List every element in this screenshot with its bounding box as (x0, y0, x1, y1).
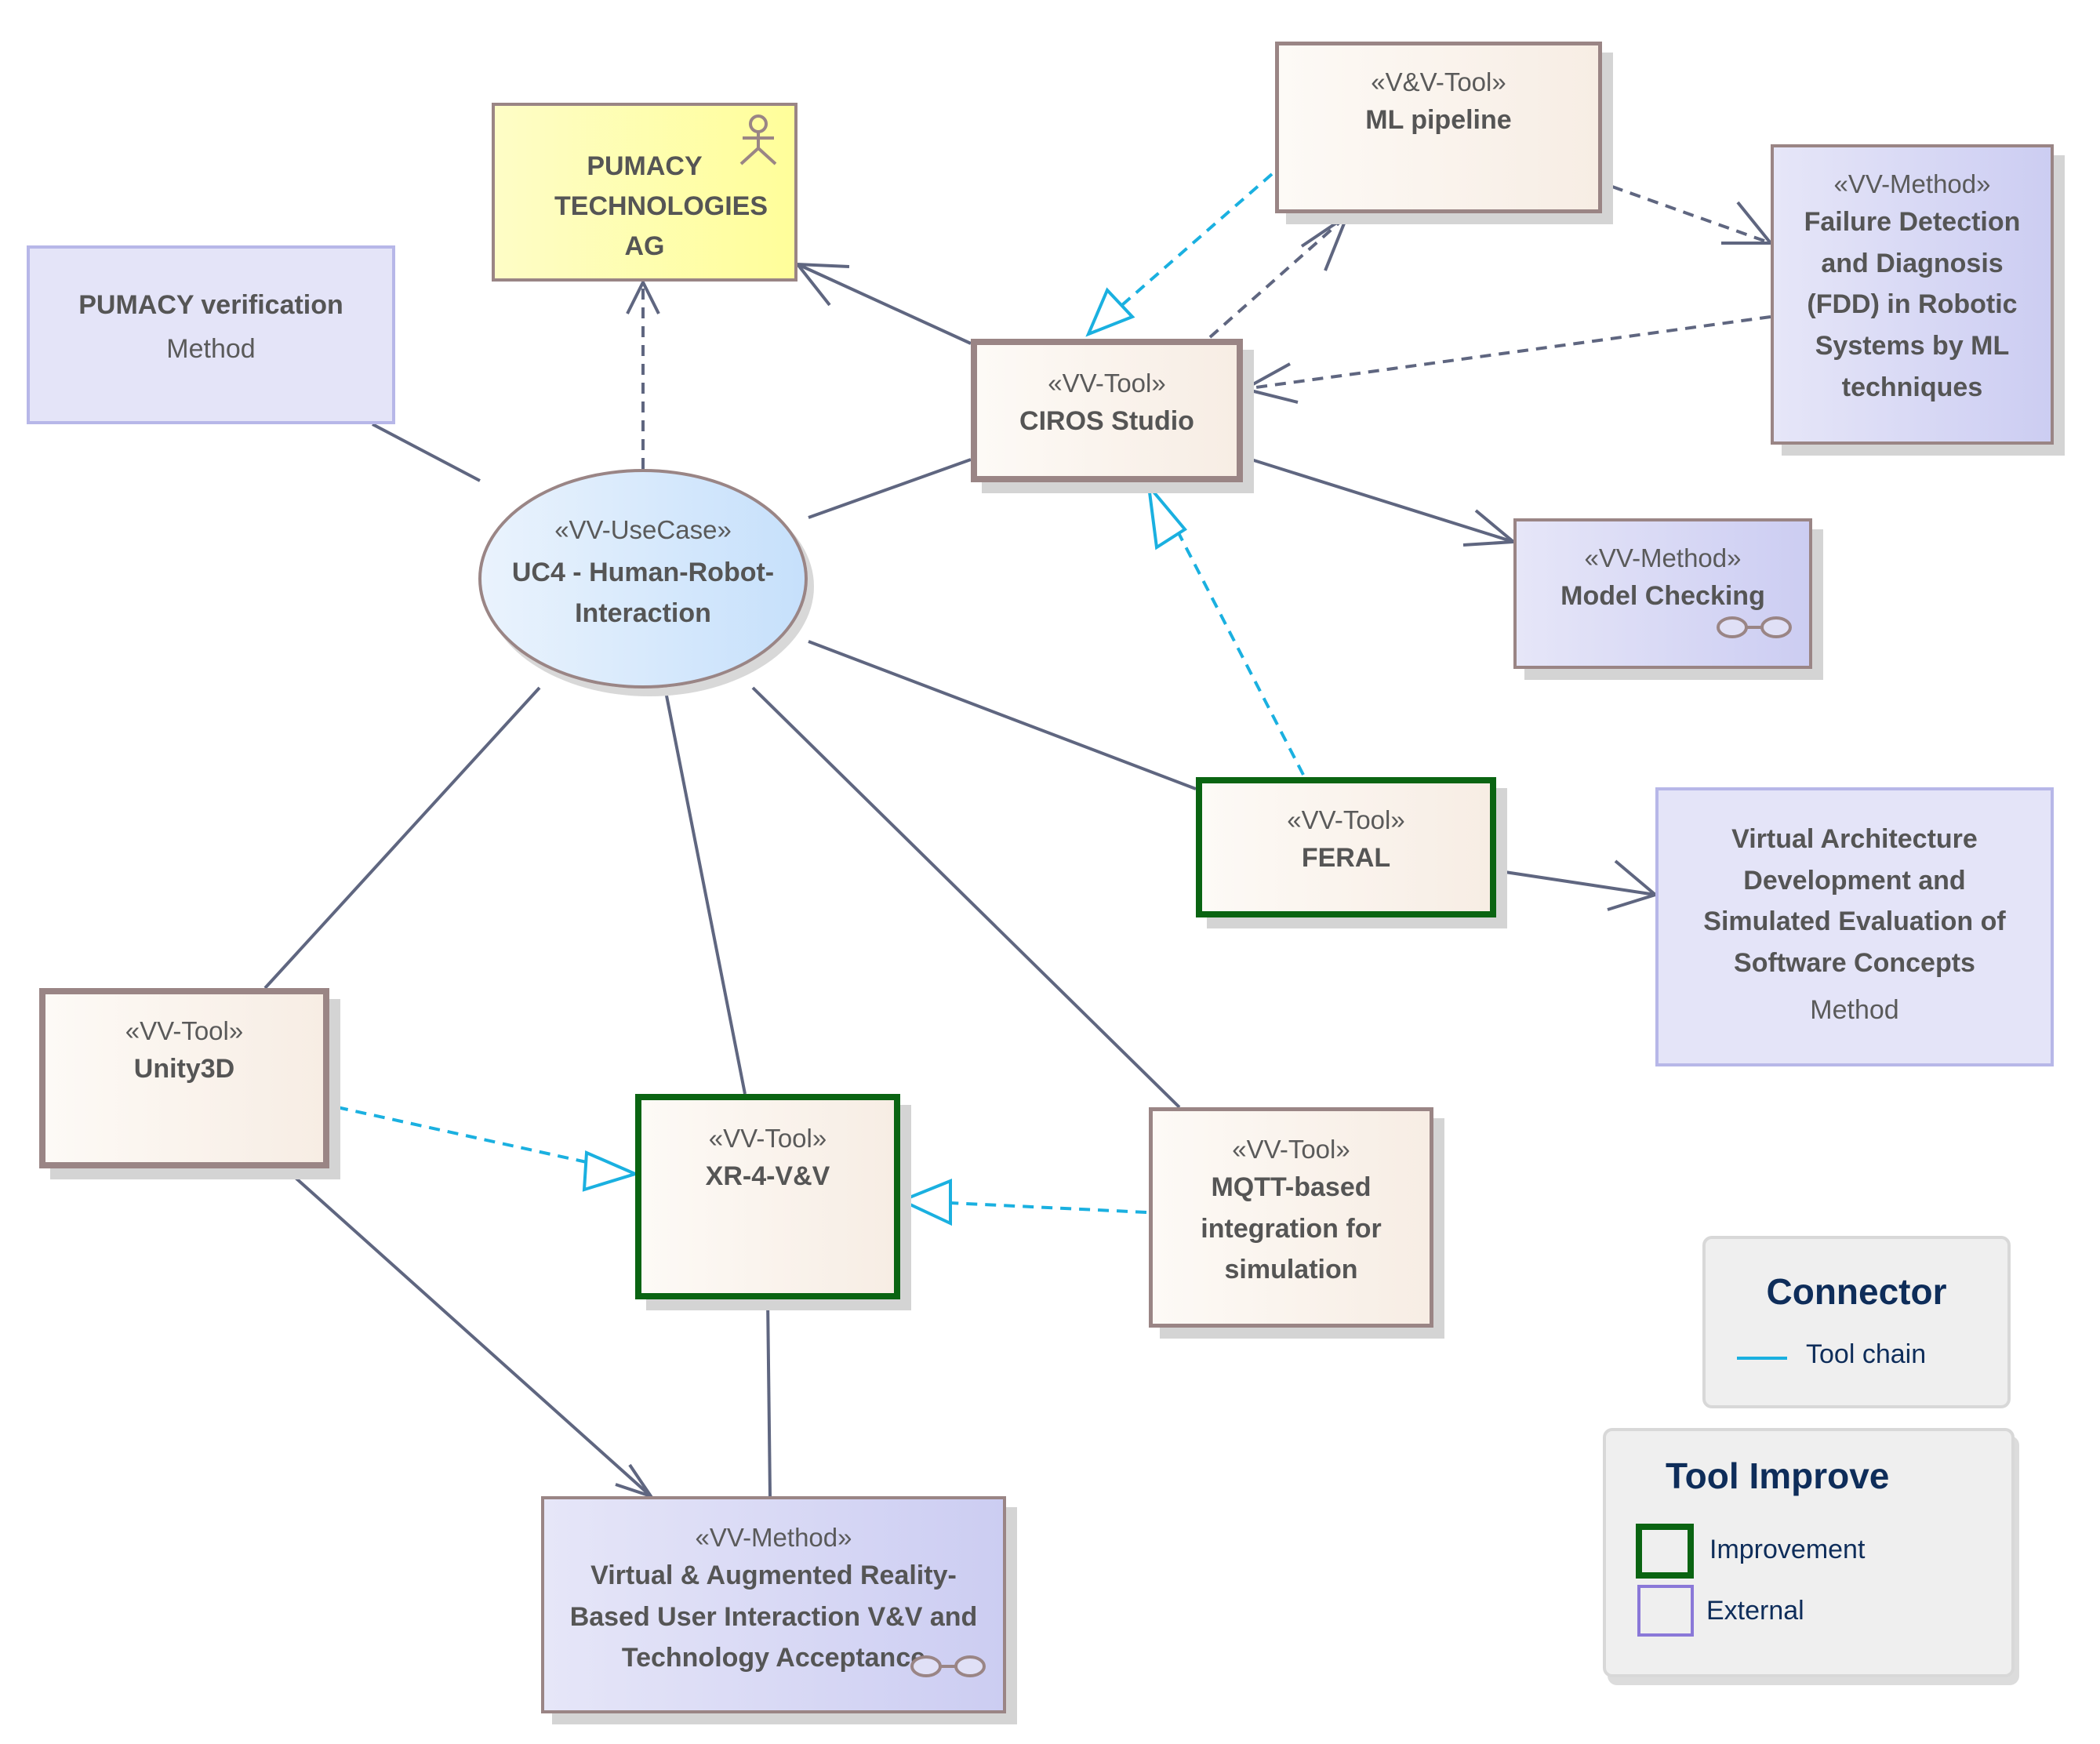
tool-stereotype: «VV-Tool» (1048, 369, 1166, 398)
tool-ml-pipeline[interactable]: «V&V-Tool» ML pipeline (1275, 42, 1602, 213)
actor-stick-figure-icon (739, 114, 777, 165)
tool-stereotype: «VV-Tool» (1232, 1135, 1350, 1164)
arrowhead-open (1721, 201, 1775, 245)
method-kind: Method (166, 333, 256, 364)
glasses-icon (910, 1655, 986, 1677)
tool-stereotype: «VV-Tool» (708, 1124, 827, 1153)
legend-connector: Connector Tool chain (1702, 1236, 2011, 1408)
arrowhead-triangle (1085, 287, 1135, 337)
method-name-line: and Diagnosis (1821, 248, 2004, 278)
arrowhead-open (1607, 859, 1659, 911)
edge-ml-ciros-toolchain[interactable] (1115, 173, 1273, 311)
tool-unity3d[interactable]: «VV-Tool» Unity3D (39, 988, 329, 1168)
edge-xr-vrmethod[interactable] (766, 1297, 772, 1497)
edge-ciros-ml-dependency[interactable] (1208, 214, 1349, 339)
method-virtual-architecture[interactable]: Virtual Architecture Development and Sim… (1655, 787, 2054, 1066)
improvement-swatch (1636, 1524, 1694, 1579)
edge-fdd-ciros-dependency[interactable] (1244, 315, 1771, 391)
tool-stereotype: «VV-Tool» (125, 1016, 244, 1045)
edge-usecase-pumacy-verification[interactable] (372, 423, 481, 482)
tool-mqtt[interactable]: «VV-Tool» MQTT-based integration for sim… (1149, 1107, 1433, 1328)
tool-feral[interactable]: «VV-Tool» FERAL (1196, 777, 1496, 917)
legend-item-label: Improvement (1709, 1535, 1866, 1564)
legend-title: Tool Improve (1666, 1455, 1890, 1496)
legend-title: Connector (1766, 1271, 1947, 1312)
method-name-line: Failure Detection (1804, 206, 2021, 237)
method-name-line: Development and (1743, 865, 1966, 896)
method-name-line: Software Concepts (1734, 948, 1975, 979)
use-case-uc4[interactable]: «VV-UseCase» UC4 - Human-Robot- Interact… (478, 469, 808, 689)
method-name-line: Simulated Evaluation of (1703, 907, 2006, 937)
use-case-name-line2: Interaction (575, 598, 711, 629)
method-name-line: techniques (1841, 372, 1983, 402)
tool-name-line: MQTT-based (1211, 1172, 1372, 1202)
method-name-line: Technology Acceptance (621, 1643, 926, 1673)
method-name-line: Systems by ML (1815, 330, 2010, 361)
legend-item-label: External (1706, 1596, 1804, 1626)
edge-usecase-xr[interactable] (663, 687, 747, 1095)
external-swatch (1637, 1585, 1694, 1637)
glasses-icon (1717, 616, 1792, 638)
use-case-stereotype: «VV-UseCase» (554, 514, 732, 544)
edge-usecase-unity3d[interactable] (263, 686, 541, 990)
method-name: PUMACY verification (78, 290, 343, 320)
arrowhead-open (1300, 211, 1351, 271)
edge-ciros-actor[interactable] (797, 263, 972, 345)
edge-mqtt-xr-toolchain[interactable] (950, 1201, 1147, 1214)
tool-name: CIROS Studio (1019, 405, 1194, 436)
actor-name: PUMACY TECHNOLOGIES AG (554, 151, 768, 261)
use-case-name-line1: UC4 - Human-Robot- (511, 557, 775, 587)
method-stereotype: «VV-Method» (1584, 543, 1742, 572)
edge-usecase-mqtt[interactable] (751, 686, 1181, 1109)
tool-stereotype: «VV-Tool» (1287, 805, 1405, 834)
edge-unity-vrmethod[interactable] (287, 1170, 652, 1498)
actor-pumacy-technologies[interactable]: PUMACY TECHNOLOGIES AG (492, 103, 797, 282)
tool-name: Unity3D (133, 1053, 235, 1084)
edge-feral-ciros-toolchain[interactable] (1175, 528, 1305, 776)
arrowhead-triangle (897, 1179, 952, 1226)
legend-tool-improve: Tool Improve Improvement External (1603, 1428, 2015, 1677)
tool-name: ML pipeline (1365, 104, 1512, 135)
method-name-line: Based User Interaction V&V and (569, 1601, 978, 1632)
method-stereotype: «VV-Method» (1833, 169, 1991, 198)
method-name-line: (FDD) in Robotic (1807, 289, 2018, 320)
arrowhead-triangle (582, 1150, 640, 1192)
arrowhead-open (1240, 362, 1299, 404)
method-name: Model Checking (1560, 580, 1765, 611)
edge-ciros-modelchecking[interactable] (1241, 455, 1514, 543)
edge-usecase-ciros[interactable] (808, 458, 972, 519)
tool-name-line: simulation (1224, 1255, 1358, 1285)
method-name-line: Virtual Architecture (1731, 824, 1978, 854)
tool-name: FERAL (1301, 842, 1391, 873)
tool-xr-4-vv[interactable]: «VV-Tool» XR-4-V&V (635, 1094, 900, 1299)
tool-stereotype: «V&V-Tool» (1371, 67, 1506, 96)
method-vr-ar-interaction[interactable]: «VV-Method» Virtual & Augmented Reality-… (541, 1496, 1006, 1713)
edge-unity-xr-toolchain[interactable] (336, 1106, 587, 1164)
method-model-checking[interactable]: «VV-Method» Model Checking (1513, 518, 1812, 669)
method-fdd[interactable]: «VV-Method» Failure Detection and Diagno… (1771, 144, 2054, 445)
method-stereotype: «VV-Method» (695, 1523, 852, 1552)
tool-chain-line-swatch (1737, 1357, 1787, 1360)
method-pumacy-verification[interactable]: PUMACY verification Method (27, 245, 395, 424)
method-name-line: Virtual & Augmented Reality- (590, 1560, 957, 1590)
tool-name-line: integration for (1201, 1213, 1382, 1244)
method-kind: Method (1810, 994, 1899, 1025)
edge-usecase-feral[interactable] (808, 640, 1197, 790)
legend-item-label: Tool chain (1806, 1339, 1927, 1369)
tool-name: XR-4-V&V (705, 1161, 830, 1191)
tool-ciros-studio[interactable]: «VV-Tool» CIROS Studio (971, 339, 1243, 482)
